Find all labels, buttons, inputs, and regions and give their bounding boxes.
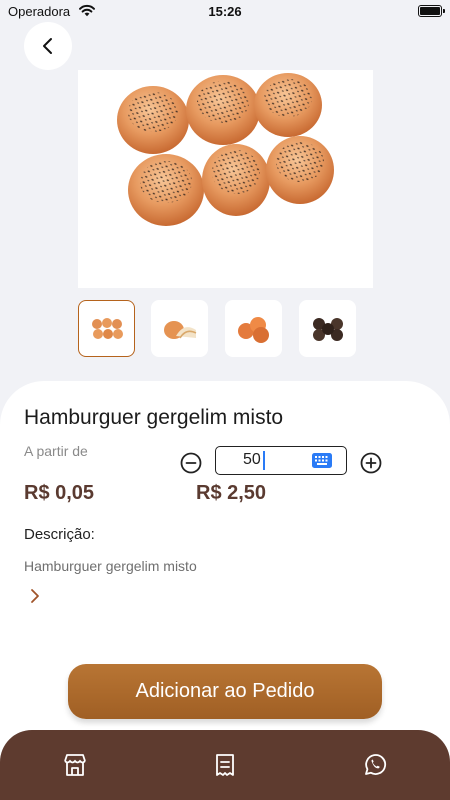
status-bar: Operadora 15:26: [0, 0, 450, 24]
quantity-input[interactable]: 50: [215, 446, 347, 475]
minus-circle-icon[interactable]: [180, 452, 202, 474]
chevron-right-icon[interactable]: [28, 588, 42, 604]
product-title: Hamburguer gergelim misto: [24, 406, 284, 429]
thumbnail-1[interactable]: [78, 300, 135, 357]
orange-buns-thumbnail-icon: [237, 316, 269, 343]
chevron-left-icon: [43, 38, 52, 54]
whatsapp-icon: [365, 754, 387, 775]
store-icon: [64, 754, 86, 776]
burger-buns-thumbnail-icon: [91, 317, 123, 339]
nav-store[interactable]: [60, 750, 90, 780]
receipt-icon: [216, 754, 234, 776]
nav-whatsapp[interactable]: [360, 750, 390, 780]
bottom-navigation: [0, 730, 450, 800]
thumbnail-3[interactable]: [225, 300, 282, 357]
thumbnail-4[interactable]: [299, 300, 356, 357]
quantity-value: 50: [243, 451, 261, 468]
thumbnail-2[interactable]: [151, 300, 208, 357]
nav-orders[interactable]: [210, 750, 240, 780]
text-caret: [263, 451, 265, 470]
image-thumbnails: [0, 300, 450, 357]
battery-icon: [418, 5, 445, 17]
total-price: R$ 2,50: [196, 482, 267, 504]
bread-roll-thumbnail-icon: [163, 320, 196, 339]
plus-circle-icon[interactable]: [360, 452, 382, 474]
keyboard-icon[interactable]: [312, 453, 332, 468]
description-heading: Descrição:: [24, 526, 95, 543]
clock: 15:26: [208, 4, 242, 19]
description-text: Hamburguer gergelim misto: [24, 558, 197, 574]
price-from-label: A partir de: [24, 443, 88, 459]
dark-buns-thumbnail-icon: [312, 317, 343, 341]
add-to-order-button[interactable]: Adicionar ao Pedido: [68, 664, 382, 719]
unit-price: R$ 0,05: [24, 482, 95, 504]
product-main-image: [78, 70, 373, 288]
back-button[interactable]: [24, 22, 72, 70]
